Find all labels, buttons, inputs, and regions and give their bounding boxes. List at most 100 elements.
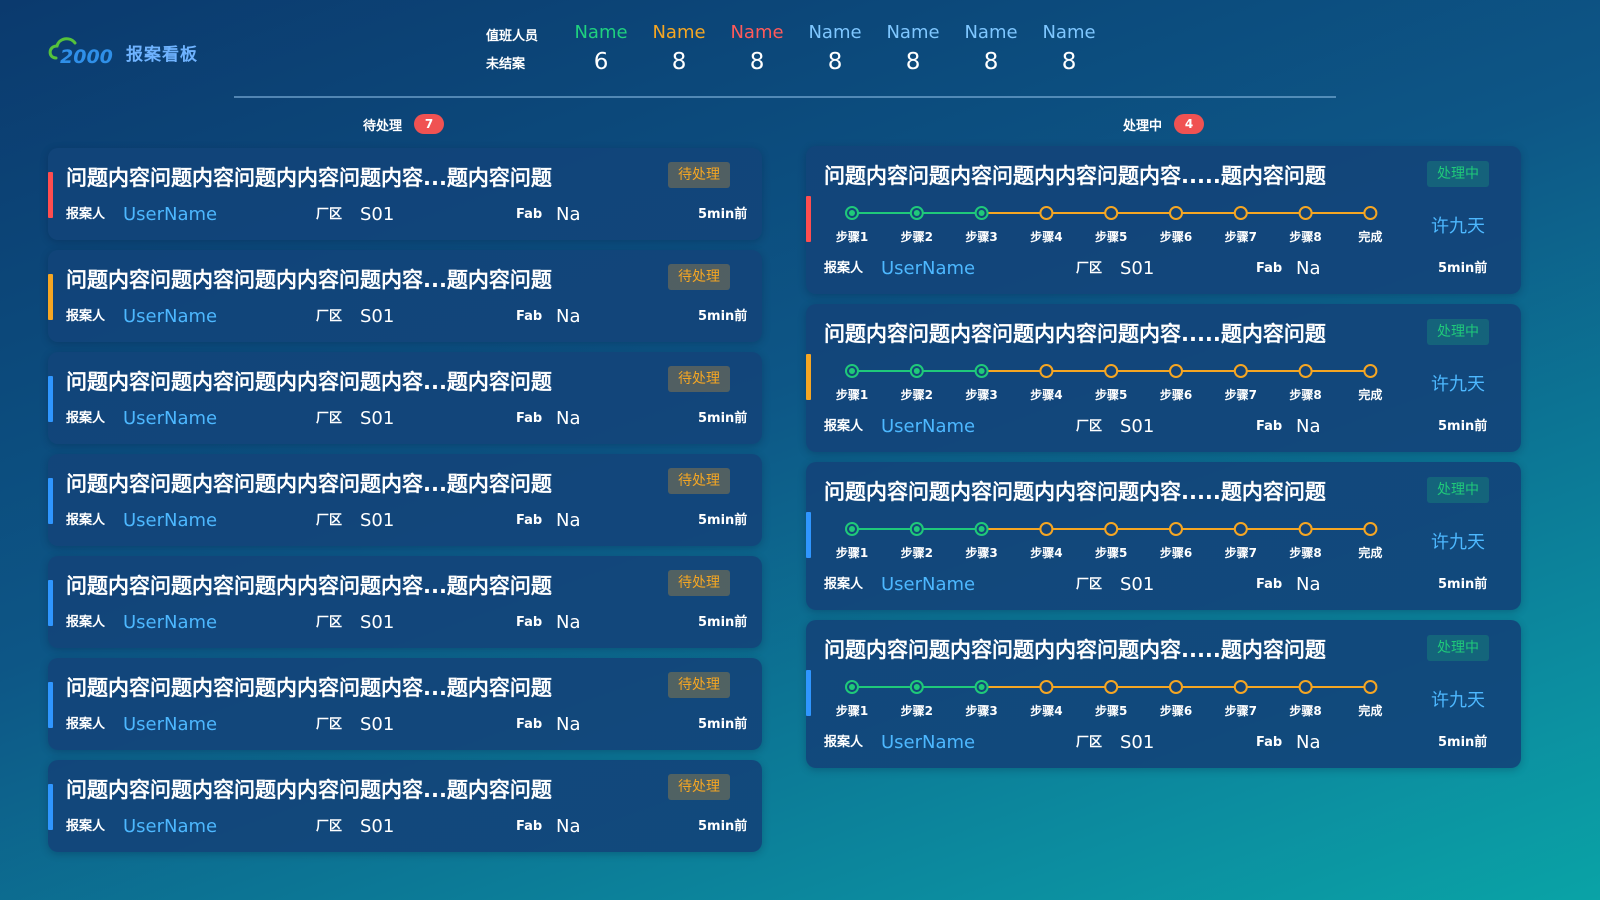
fab-value: Na bbox=[556, 816, 581, 837]
step-node-todo bbox=[1039, 680, 1054, 694]
area-value: S01 bbox=[360, 306, 395, 327]
processing-case-card[interactable]: 问题内容问题内容问题内内容问题内容.....题内容问题 处理中 许九天 步骤1 步骤2 步… bbox=[806, 620, 1521, 768]
duty-person: Name 8 bbox=[640, 22, 718, 78]
processing-case-card[interactable]: 问题内容问题内容问题内内容问题内容.....题内容问题 处理中 许九天 步骤1 步骤2 步… bbox=[806, 462, 1521, 610]
priority-stripe bbox=[48, 784, 53, 830]
fab-label: Fab bbox=[516, 513, 543, 528]
pending-case-card[interactable]: 问题内容问题内容问题内内容问题内容...题内容问题 待处理 报案人 UserName 厂… bbox=[48, 250, 762, 342]
step-label: 完成 bbox=[1358, 546, 1383, 560]
processing-column-header: 处理中 4 bbox=[1123, 114, 1205, 134]
step-node-done bbox=[974, 680, 989, 694]
reporter-name: UserName bbox=[123, 408, 218, 429]
duty-open-count: 8 bbox=[827, 49, 843, 75]
step-node-todo bbox=[1363, 206, 1378, 220]
fab-label: Fab bbox=[1256, 577, 1283, 592]
area-value: S01 bbox=[360, 714, 395, 735]
step-label: 步骤2 bbox=[900, 230, 933, 244]
pending-column-title: 待处理 bbox=[363, 118, 403, 134]
priority-stripe bbox=[806, 670, 811, 716]
step-label: 步骤5 bbox=[1095, 388, 1128, 402]
step-label: 步骤5 bbox=[1095, 704, 1128, 718]
reporter-label: 报案人 bbox=[66, 615, 106, 630]
case-meta-row: 报案人 UserName 厂区 S01 Fab Na 5min前 bbox=[66, 510, 748, 532]
step-label: 步骤8 bbox=[1289, 230, 1322, 244]
step-progress: 步骤1 步骤2 步骤3 步骤4 步骤5 步骤6 步骤7 步骤8 完成 bbox=[836, 204, 1382, 252]
step-node-todo bbox=[1169, 522, 1183, 536]
step-label: 步骤3 bbox=[965, 546, 998, 560]
reporter-name: UserName bbox=[123, 816, 218, 837]
step-label: 步骤6 bbox=[1159, 704, 1193, 718]
area-value: S01 bbox=[1120, 258, 1155, 279]
area-value: S01 bbox=[1120, 574, 1155, 595]
status-tag-processing: 处理中 bbox=[1427, 477, 1489, 503]
duty-open-count: 6 bbox=[593, 49, 609, 75]
app-title: 报案看板 bbox=[126, 44, 198, 65]
pending-case-card[interactable]: 问题内容问题内容问题内内容问题内容...题内容问题 待处理 报案人 UserName 厂… bbox=[48, 352, 762, 444]
fab-value: Na bbox=[556, 612, 581, 633]
elapsed-time: 5min前 bbox=[698, 513, 748, 528]
duty-person: Name 8 bbox=[952, 22, 1030, 78]
pending-case-card[interactable]: 问题内容问题内容问题内内容问题内容...题内容问题 待处理 报案人 UserName 厂… bbox=[48, 454, 762, 546]
step-node-todo bbox=[1039, 206, 1054, 220]
priority-stripe bbox=[48, 580, 53, 626]
duty-person-name: Name bbox=[964, 22, 1018, 43]
status-tag-pending: 待处理 bbox=[668, 162, 730, 188]
fab-value: Na bbox=[556, 204, 581, 225]
header-divider bbox=[234, 96, 1336, 98]
step-label: 步骤1 bbox=[835, 388, 869, 402]
priority-stripe bbox=[48, 478, 53, 524]
fab-value: Na bbox=[1296, 732, 1321, 753]
step-node-done bbox=[974, 206, 989, 220]
processing-column-title: 处理中 bbox=[1123, 118, 1163, 134]
status-tag-pending: 待处理 bbox=[668, 366, 730, 392]
pending-case-card[interactable]: 问题内容问题内容问题内内容问题内容...题内容问题 待处理 报案人 UserName 厂… bbox=[48, 148, 762, 240]
fab-label: Fab bbox=[1256, 419, 1283, 434]
step-node-todo bbox=[1233, 206, 1248, 220]
step-node-todo bbox=[1233, 364, 1248, 378]
case-meta-row: 报案人 UserName 厂区 S01 Fab Na 5min前 bbox=[66, 408, 747, 430]
fab-value: Na bbox=[1296, 258, 1321, 279]
step-label: 步骤7 bbox=[1224, 546, 1257, 560]
duty-panel: 值班人员 未结案 Name 6 Name 8 Name 8 Name 8 Name 8 Name 8 N… bbox=[486, 22, 1108, 78]
step-label: 步骤6 bbox=[1159, 388, 1193, 402]
area-value: S01 bbox=[360, 204, 395, 225]
area-value: S01 bbox=[360, 510, 395, 531]
duty-open-count: 8 bbox=[905, 49, 921, 75]
step-label: 步骤8 bbox=[1289, 704, 1322, 718]
step-node-todo bbox=[1104, 680, 1119, 694]
status-tag-processing: 处理中 bbox=[1427, 319, 1489, 345]
pending-case-card[interactable]: 问题内容问题内容问题内内容问题内容...题内容问题 待处理 报案人 UserName 厂… bbox=[48, 760, 762, 852]
case-title: 问题内容问题内容问题内内容问题内容...题内容问题 bbox=[66, 778, 552, 802]
area-value: S01 bbox=[360, 408, 395, 429]
case-title: 问题内容问题内容问题内内容问题内容.....题内容问题 bbox=[824, 322, 1326, 346]
priority-stripe bbox=[48, 172, 53, 218]
case-meta-row: 报案人 UserName 厂区 S01 Fab Na 5min前 bbox=[66, 816, 747, 838]
case-meta-row: 报案人 UserName 厂区 S01 Fab Na 5min前 bbox=[824, 574, 1504, 596]
case-title: 问题内容问题内容问题内内容问题内容...题内容问题 bbox=[66, 472, 552, 496]
step-label: 步骤1 bbox=[835, 546, 869, 560]
duty-staff-label: 值班人员 bbox=[486, 29, 539, 44]
pending-case-card[interactable]: 问题内容问题内容问题内内容问题内容...题内容问题 待处理 报案人 UserName 厂… bbox=[48, 556, 762, 648]
fab-value: Na bbox=[556, 510, 581, 531]
duty-person-name: Name bbox=[886, 22, 940, 43]
step-label: 步骤3 bbox=[965, 704, 998, 718]
step-track bbox=[845, 522, 1378, 536]
reporter-name: UserName bbox=[881, 732, 976, 753]
duty-person-name: Name bbox=[730, 22, 784, 43]
step-node-todo bbox=[1363, 680, 1378, 694]
step-node-done bbox=[845, 680, 859, 694]
fab-value: Na bbox=[1296, 416, 1321, 437]
step-node-todo bbox=[1039, 364, 1054, 378]
case-title: 问题内容问题内容问题内内容问题内容...题内容问题 bbox=[66, 574, 552, 598]
fab-label: Fab bbox=[516, 411, 543, 426]
step-label: 步骤4 bbox=[1030, 388, 1063, 402]
processing-case-card[interactable]: 问题内容问题内容问题内内容问题内容.....题内容问题 处理中 许九天 步骤1 步骤2 步… bbox=[806, 304, 1521, 452]
area-label: 厂区 bbox=[316, 615, 343, 630]
duty-open-count: 8 bbox=[1061, 49, 1077, 75]
fab-label: Fab bbox=[1256, 261, 1283, 276]
step-node-done bbox=[974, 364, 989, 378]
duty-open-count: 8 bbox=[983, 49, 999, 75]
pending-case-card[interactable]: 问题内容问题内容问题内内容问题内容...题内容问题 待处理 报案人 UserName 厂… bbox=[48, 658, 762, 750]
processing-case-card[interactable]: 问题内容问题内容问题内内容问题内容.....题内容问题 处理中 许九天 步骤1 步骤2 步… bbox=[806, 146, 1521, 294]
case-title: 问题内容问题内容问题内内容问题内容.....题内容问题 bbox=[824, 164, 1326, 188]
